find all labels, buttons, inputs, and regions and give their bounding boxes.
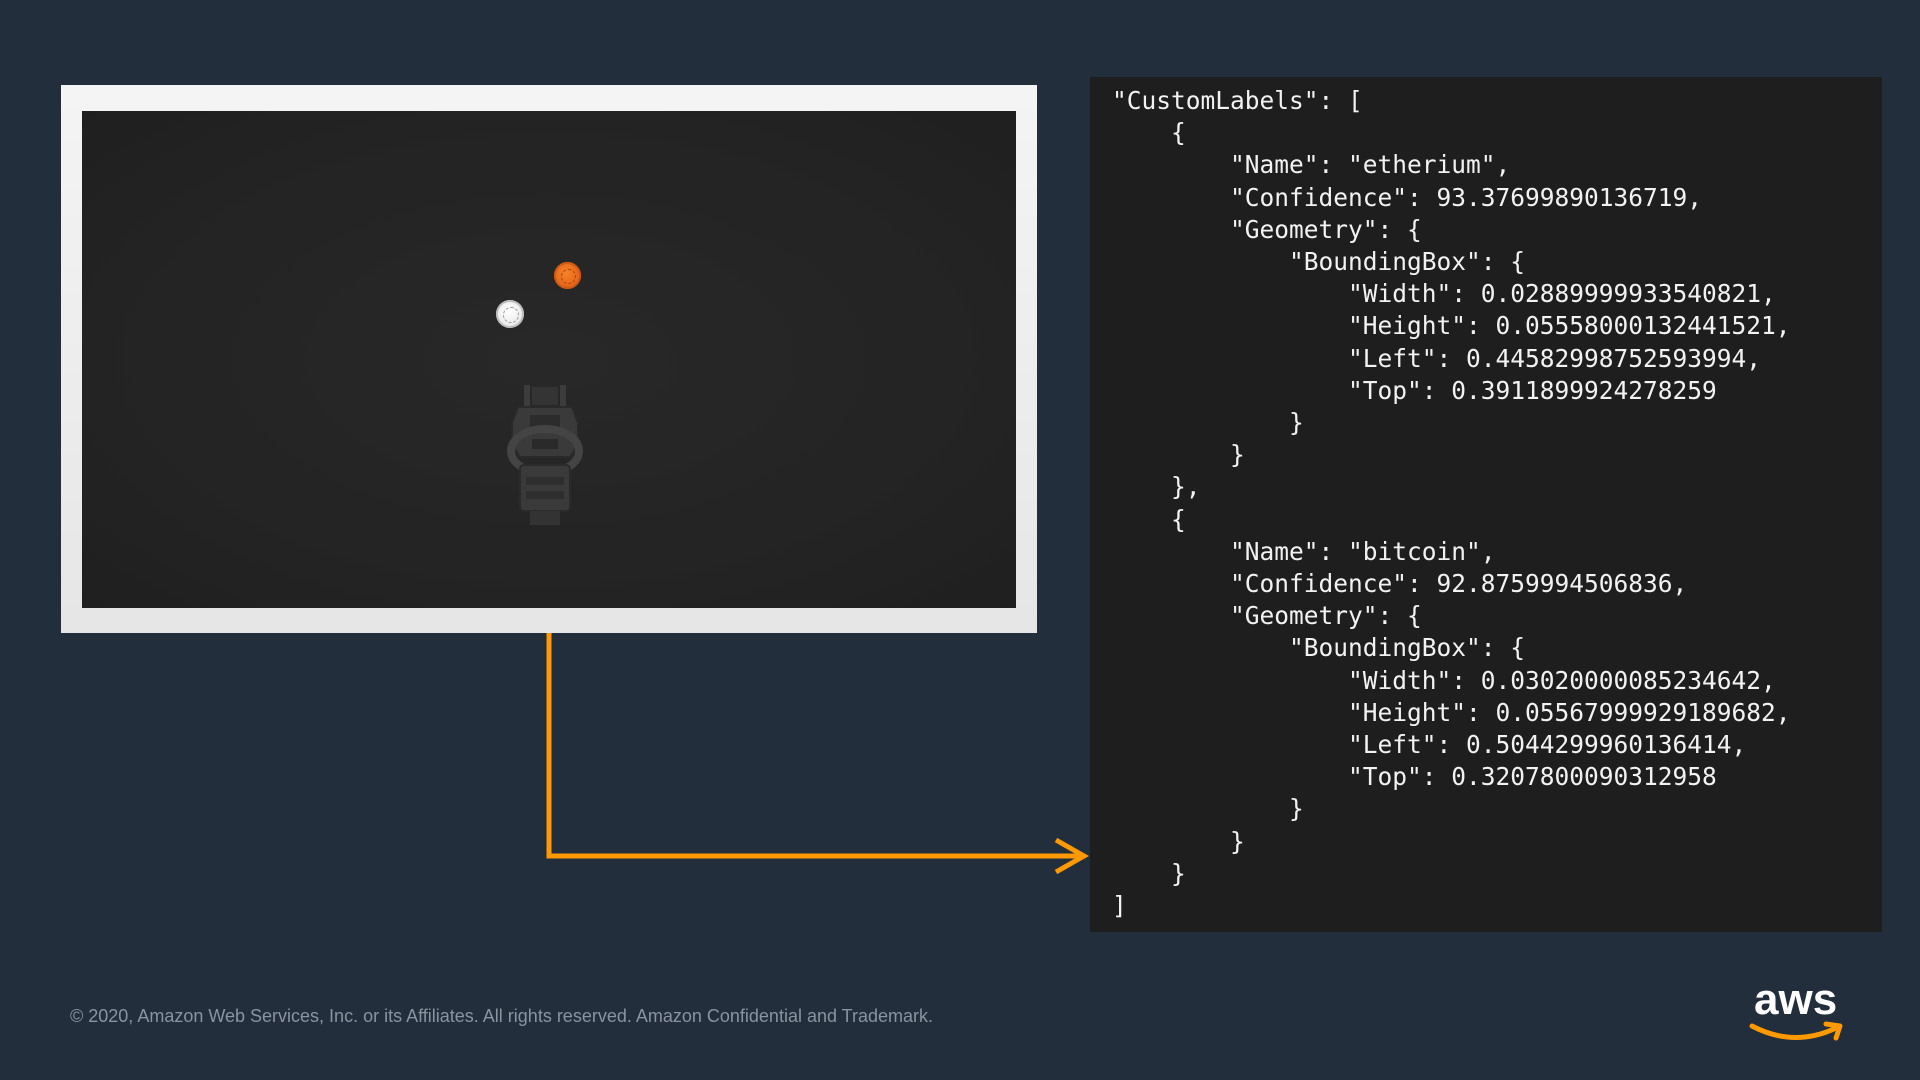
json-output-panel: "CustomLabels": [ { "Name": "etherium", … xyxy=(1090,77,1882,932)
orange-coin-icon xyxy=(554,262,581,289)
robot-car-icon xyxy=(507,385,583,525)
slide: "CustomLabels": [ { "Name": "etherium", … xyxy=(0,0,1920,1080)
camera-image xyxy=(82,111,1016,608)
camera-image-frame xyxy=(61,85,1037,633)
aws-logo-text: aws xyxy=(1754,975,1838,1024)
aws-smile-icon xyxy=(1749,1021,1843,1041)
aws-logo-icon: aws xyxy=(1748,978,1848,1048)
white-coin-icon xyxy=(496,300,524,328)
copyright-footer: © 2020, Amazon Web Services, Inc. or its… xyxy=(70,1006,934,1026)
json-output-text: "CustomLabels": [ { "Name": "etherium", … xyxy=(1112,86,1791,921)
